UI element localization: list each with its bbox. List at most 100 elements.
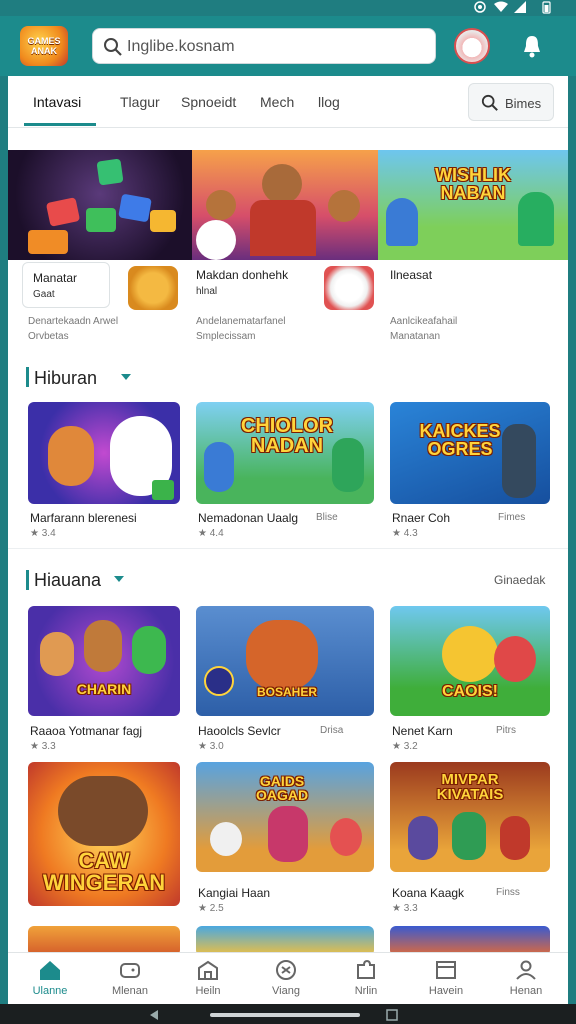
game-thumb-s2-7[interactable]	[28, 926, 180, 952]
nav-play[interactable]: Viang	[256, 957, 316, 1003]
game-art-text-s2-2: BOSAHER	[256, 685, 317, 699]
library-icon	[436, 961, 456, 979]
home-icon	[40, 961, 60, 980]
search-box[interactable]	[92, 28, 436, 64]
game-title-s2-1[interactable]: Raaoa Yotmanar fagj	[30, 724, 142, 738]
game-rating-s1-3: ★ 4.3	[392, 528, 418, 539]
back-icon[interactable]	[148, 1009, 160, 1021]
profile-icon	[516, 960, 536, 980]
game-thumb-s1-3[interactable]: KAICKES OGRES	[390, 402, 550, 504]
nav-profile[interactable]: Henan	[496, 957, 556, 1003]
puzzle-icon	[357, 959, 375, 979]
featured-title-3[interactable]: Ilneasat	[390, 268, 432, 282]
games-button-label: Bimes	[505, 96, 542, 111]
game-rating-s2-6: ★ 3.3	[392, 903, 418, 914]
featured-desc-3b: Manatanan	[390, 331, 441, 342]
featured-badge-1: Gaat	[33, 289, 55, 300]
game-rating-s2-1: ★ 3.3	[30, 741, 56, 752]
featured-desc-1b: Orvbetas	[28, 331, 69, 342]
featured-info-card-1[interactable]: Manatar Gaat	[22, 262, 110, 308]
nav-label-library: Havein	[428, 985, 464, 997]
game-thumb-s2-3[interactable]: CAOIS!	[390, 606, 550, 716]
system-navigation-bar	[0, 1004, 576, 1024]
games-button[interactable]: Bimes	[468, 83, 554, 121]
active-tab-indicator	[24, 123, 96, 126]
game-thumb-s2-6[interactable]: MIVPAR KIVATAIS	[390, 762, 550, 872]
game-rating-s2-5: ★ 2.5	[198, 903, 224, 914]
nav-home[interactable]: Ulanne	[20, 957, 80, 1003]
nav-label-home: Ulanne	[32, 985, 68, 997]
settings-status-icon	[474, 1, 486, 13]
app-logo[interactable]: GAMES ANAK	[20, 26, 68, 66]
search-input[interactable]	[127, 35, 417, 59]
tab-0[interactable]: Intavasi	[33, 94, 81, 110]
nav-puzzle[interactable]: Nrlin	[336, 957, 396, 1003]
tab-4[interactable]: llog	[318, 94, 340, 110]
wifi-icon	[494, 1, 508, 12]
nav-library[interactable]: Havein	[416, 957, 476, 1003]
game-rating-s2-2: ★ 3.0	[198, 741, 224, 752]
game-thumb-s2-1[interactable]: CHARIN	[28, 606, 180, 716]
signal-icon	[514, 1, 526, 13]
bell-icon[interactable]	[518, 32, 546, 60]
profile-avatar[interactable]	[454, 28, 490, 64]
featured-title-1: Manatar	[33, 271, 78, 285]
see-more-link[interactable]: Ginaedak	[494, 573, 545, 587]
gamepad-icon	[120, 963, 140, 978]
featured-desc-1a: Denartekaadn Arwel	[28, 316, 119, 327]
featured-desc-2a: Andelanematarfanel	[196, 316, 286, 327]
game-title-s2-5[interactable]: Kangiai Haan	[198, 886, 270, 900]
game-thumb-s1-2[interactable]: CHIOLOR NADAN	[196, 402, 374, 504]
home-gesture-bar[interactable]	[210, 1013, 360, 1017]
nav-store[interactable]: Heiln	[178, 957, 238, 1003]
tab-1[interactable]: Tlagur	[120, 94, 160, 110]
game-thumb-s2-8[interactable]	[196, 926, 374, 952]
game-title-s1-2[interactable]: Nemadonan Uaalg	[198, 511, 298, 525]
game-art-text-s2-1: CHARIN	[76, 681, 132, 697]
battery-icon	[542, 1, 551, 14]
game-rating-s1-2: ★ 4.4	[198, 528, 224, 539]
game-art-text-s1-3: KAICKES OGRES	[419, 421, 501, 459]
game-art-text-s2-6: MIVPAR KIVATAIS	[436, 771, 504, 803]
featured-badge-2: hlnal	[196, 286, 218, 297]
featured-banner-3[interactable]: WISHLIK NABAN	[378, 150, 568, 260]
game-tag-s2-3: Pitrs	[496, 725, 516, 736]
featured-desc-2b: Smplecissam	[196, 331, 256, 342]
game-thumb-s2-4[interactable]: CAW WINGERAN	[28, 762, 180, 906]
featured-thumb-2[interactable]	[324, 266, 374, 310]
game-title-s2-2[interactable]: Haoolcls Sevlcr	[198, 724, 281, 738]
featured-desc-3a: Aanlcikeafahail	[390, 316, 458, 327]
game-thumb-s1-1[interactable]	[28, 402, 180, 504]
search-icon	[104, 38, 122, 56]
game-thumb-s2-2[interactable]: BOSAHER	[196, 606, 374, 716]
chevron-down-icon[interactable]	[114, 576, 124, 584]
game-tag-s1-3: Fimes	[498, 512, 526, 523]
game-rating-s1-1: ★ 3.4	[30, 528, 56, 539]
section-title-hiburan: Hiburan	[34, 368, 98, 388]
game-tag-s2-6: Finss	[496, 887, 520, 898]
game-thumb-s2-5[interactable]: GAIDS OAGAD	[196, 762, 374, 872]
tab-3[interactable]: Mech	[260, 94, 294, 110]
store-icon	[198, 960, 218, 980]
featured-banner-2[interactable]	[192, 150, 378, 260]
section-title-hiauana: Hiauana	[34, 570, 102, 590]
nav-games[interactable]: Mlenan	[100, 957, 160, 1003]
featured-thumb-1[interactable]	[128, 266, 178, 310]
game-title-s2-6[interactable]: Koana Kaagk	[392, 886, 464, 900]
game-title-s1-1[interactable]: Marfarann blerenesi	[30, 511, 137, 525]
featured-banner-1[interactable]	[8, 150, 192, 260]
game-thumb-s2-9[interactable]	[390, 926, 550, 952]
game-art-text-s2-4: CAW WINGERAN	[42, 848, 166, 895]
game-title-s1-3[interactable]: Rnaer Coh	[392, 511, 450, 525]
game-title-s2-3[interactable]: Nenet Karn	[392, 724, 453, 738]
game-art-text-s2-3: CAOIS!	[442, 683, 498, 700]
tab-bar: Intavasi Tlagur Spnoeidt Mech llog Bimes	[8, 76, 568, 128]
bottom-navigation: Ulanne Mlenan Heiln Viang Nrlin Havein H…	[8, 952, 568, 1004]
main-panel: Intavasi Tlagur Spnoeidt Mech llog Bimes…	[8, 76, 568, 952]
tab-2[interactable]: Spnoeidt	[181, 94, 236, 110]
status-bar	[0, 0, 576, 16]
recents-icon[interactable]	[386, 1009, 398, 1021]
featured-title-2[interactable]: Makdan donhehk	[196, 268, 288, 282]
game-tag-s2-2: Drisa	[320, 725, 344, 736]
chevron-down-icon[interactable]	[121, 374, 131, 382]
